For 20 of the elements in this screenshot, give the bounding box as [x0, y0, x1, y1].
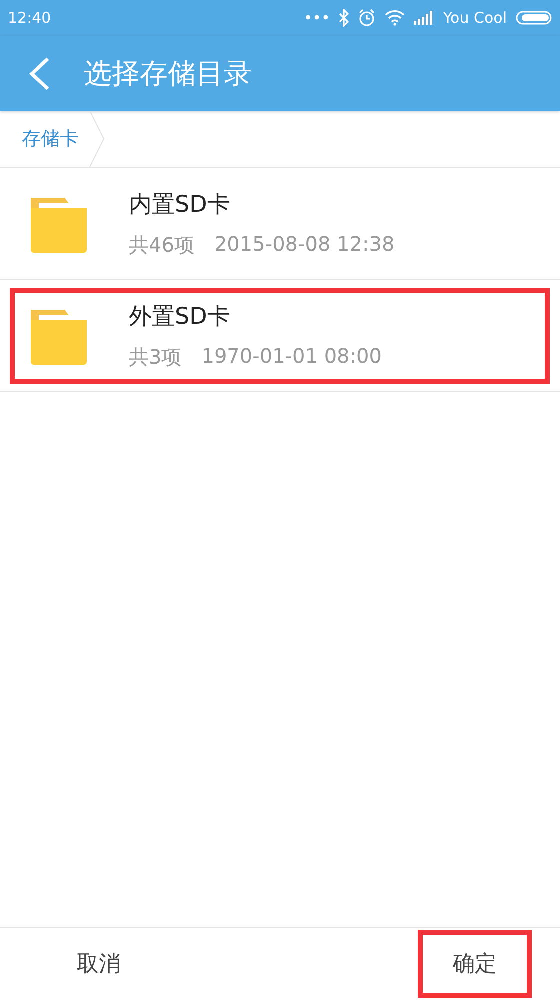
status-time: 12:40	[8, 9, 52, 27]
folder-row[interactable]: 外置SD卡 共3项 1970-01-01 08:00	[0, 280, 560, 392]
item-count: 共3项	[129, 344, 182, 370]
bluetooth-icon	[339, 9, 350, 27]
battery-icon	[516, 11, 552, 25]
screen-title: 选择存储目录	[84, 56, 252, 92]
item-count: 共46项	[129, 232, 194, 258]
folder-name: 外置SD卡	[129, 302, 232, 332]
alarm-icon	[358, 9, 376, 27]
modified-date: 1970-01-01 08:00	[202, 344, 382, 370]
wifi-icon	[385, 10, 406, 26]
cancel-button[interactable]: 取消	[42, 930, 156, 998]
folder-name: 内置SD卡	[129, 190, 232, 220]
carrier-name: You Cool	[443, 9, 507, 27]
confirm-button[interactable]: 确定	[418, 930, 532, 998]
signal-icon	[414, 11, 434, 25]
more-dots: •••	[304, 9, 330, 27]
back-icon[interactable]	[28, 56, 52, 90]
modified-date: 2015-08-08 12:38	[214, 232, 395, 258]
folder-row[interactable]: 内置SD卡 共46项 2015-08-08 12:38	[0, 168, 560, 280]
